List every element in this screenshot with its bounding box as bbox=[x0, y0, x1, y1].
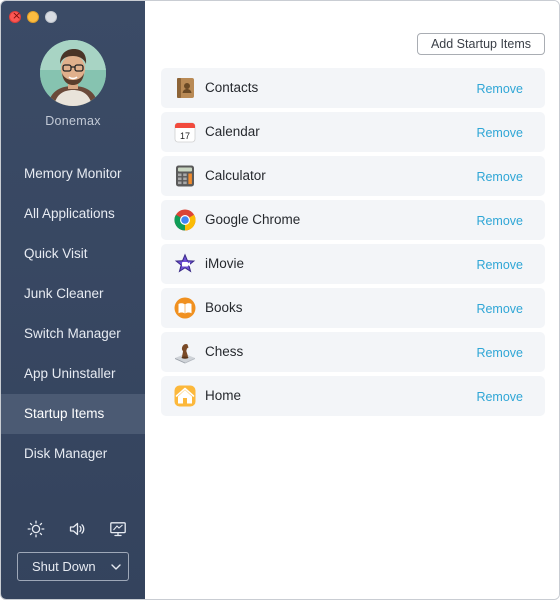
remove-button[interactable]: Remove bbox=[476, 200, 523, 242]
item-name: Calculator bbox=[205, 168, 266, 183]
list-item: 17 Calendar Remove bbox=[161, 112, 545, 152]
add-startup-items-button[interactable]: Add Startup Items bbox=[417, 33, 545, 55]
zoom-window-button[interactable] bbox=[45, 11, 57, 23]
window-controls bbox=[9, 9, 57, 23]
item-name: Contacts bbox=[205, 80, 259, 95]
shutdown-dropdown[interactable]: Shut Down bbox=[17, 552, 129, 581]
item-name: Books bbox=[205, 300, 243, 315]
item-name: Google Chrome bbox=[205, 212, 301, 227]
remove-button[interactable]: Remove bbox=[476, 288, 523, 330]
close-window-button[interactable] bbox=[9, 9, 21, 23]
list-item: Calculator Remove bbox=[161, 156, 545, 196]
app-window: Donemax Memory Monitor All Applications … bbox=[0, 0, 560, 600]
calculator-icon bbox=[176, 165, 194, 187]
remove-button[interactable]: Remove bbox=[476, 68, 523, 110]
item-name: Chess bbox=[205, 344, 244, 359]
list-item: Chess Remove bbox=[161, 332, 545, 372]
brightness-icon[interactable] bbox=[27, 520, 45, 538]
books-icon bbox=[174, 297, 196, 319]
display-icon[interactable] bbox=[109, 520, 127, 538]
avatar[interactable] bbox=[40, 40, 106, 106]
list-item: Google Chrome Remove bbox=[161, 200, 545, 240]
calendar-icon: 17 bbox=[174, 122, 196, 143]
quick-controls bbox=[1, 520, 145, 538]
minimize-window-button[interactable] bbox=[27, 11, 39, 23]
remove-button[interactable]: Remove bbox=[476, 244, 523, 286]
home-icon bbox=[174, 385, 196, 407]
startup-items-list: Contacts Remove 17 Calendar Remove Calcu… bbox=[161, 68, 545, 420]
remove-button[interactable]: Remove bbox=[476, 156, 523, 198]
sidebar-item-startup-items[interactable]: Startup Items bbox=[1, 394, 145, 434]
sidebar-item-app-uninstaller[interactable]: App Uninstaller bbox=[1, 354, 145, 394]
username: Donemax bbox=[45, 114, 101, 128]
item-name: Calendar bbox=[205, 124, 260, 139]
remove-button[interactable]: Remove bbox=[476, 376, 523, 418]
list-item: iMovie Remove bbox=[161, 244, 545, 284]
volume-icon[interactable] bbox=[68, 520, 86, 538]
sidebar-item-quick-visit[interactable]: Quick Visit bbox=[1, 234, 145, 274]
sidebar-item-all-applications[interactable]: All Applications bbox=[1, 194, 145, 234]
contacts-icon bbox=[177, 78, 194, 98]
shutdown-label: Shut Down bbox=[32, 559, 96, 574]
remove-button[interactable]: Remove bbox=[476, 332, 523, 374]
chess-icon bbox=[175, 343, 195, 364]
item-name: Home bbox=[205, 388, 242, 403]
list-item: Books Remove bbox=[161, 288, 545, 328]
calendar-day-text: 17 bbox=[180, 131, 190, 141]
sidebar-nav: Memory Monitor All Applications Quick Vi… bbox=[1, 154, 145, 474]
user-photo bbox=[40, 40, 106, 106]
item-name: iMovie bbox=[205, 256, 245, 271]
chevron-down-icon bbox=[111, 564, 121, 570]
sidebar: Donemax Memory Monitor All Applications … bbox=[1, 1, 145, 599]
sidebar-item-switch-manager[interactable]: Switch Manager bbox=[1, 314, 145, 354]
sidebar-item-disk-manager[interactable]: Disk Manager bbox=[1, 434, 145, 474]
remove-button[interactable]: Remove bbox=[476, 112, 523, 154]
imovie-icon bbox=[174, 253, 196, 273]
sidebar-item-junk-cleaner[interactable]: Junk Cleaner bbox=[1, 274, 145, 314]
chrome-icon bbox=[174, 209, 196, 231]
list-item: Home Remove bbox=[161, 376, 545, 416]
list-item: Contacts Remove bbox=[161, 68, 545, 108]
main-panel: Add Startup Items Contacts Remove 17 Cal… bbox=[145, 1, 559, 599]
sidebar-item-memory-monitor[interactable]: Memory Monitor bbox=[1, 154, 145, 194]
